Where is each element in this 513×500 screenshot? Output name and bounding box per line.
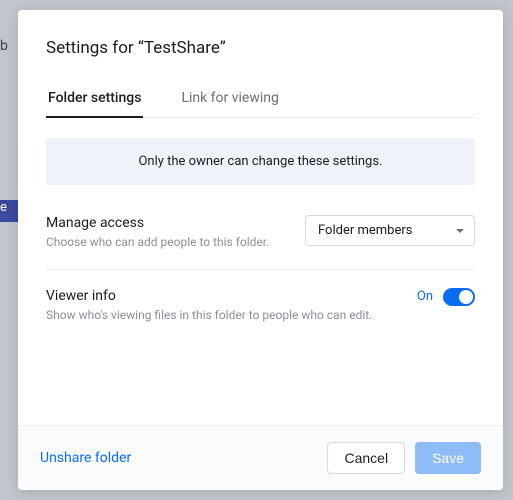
background-left: b e <box>0 0 18 500</box>
owner-only-banner: Only the owner can change these settings… <box>46 138 475 185</box>
bg-text: b <box>0 38 8 54</box>
tabs: Folder settings Link for viewing <box>46 82 475 118</box>
manage-access-row: Manage access Choose who can add people … <box>46 207 475 269</box>
chevron-down-icon <box>456 229 464 233</box>
save-button[interactable]: Save <box>415 442 481 474</box>
tab-label: Link for viewing <box>181 90 278 106</box>
manage-access-desc: Choose who can add people to this folder… <box>46 234 285 251</box>
tab-label: Folder settings <box>48 90 141 106</box>
unshare-folder-link[interactable]: Unshare folder <box>40 450 131 466</box>
viewer-info-title: Viewer info <box>46 288 397 304</box>
toggle-state-label: On <box>417 289 433 304</box>
tab-folder-settings[interactable]: Folder settings <box>46 82 143 118</box>
viewer-info-desc: Show who's viewing files in this folder … <box>46 307 397 324</box>
bg-blue-block: e <box>0 200 18 222</box>
bg-text: e <box>0 200 7 215</box>
manage-access-select[interactable]: Folder members <box>305 215 475 246</box>
viewer-info-toggle[interactable] <box>443 288 475 306</box>
cancel-button[interactable]: Cancel <box>327 442 405 474</box>
viewer-info-row: Viewer info Show who's viewing files in … <box>46 269 475 342</box>
settings-modal: Settings for “TestShare” Folder settings… <box>18 10 503 490</box>
tab-link-for-viewing[interactable]: Link for viewing <box>179 82 280 118</box>
modal-title: Settings for “TestShare” <box>46 38 475 58</box>
select-value: Folder members <box>318 223 413 238</box>
manage-access-title: Manage access <box>46 215 285 231</box>
modal-footer: Unshare folder Cancel Save <box>18 425 503 490</box>
